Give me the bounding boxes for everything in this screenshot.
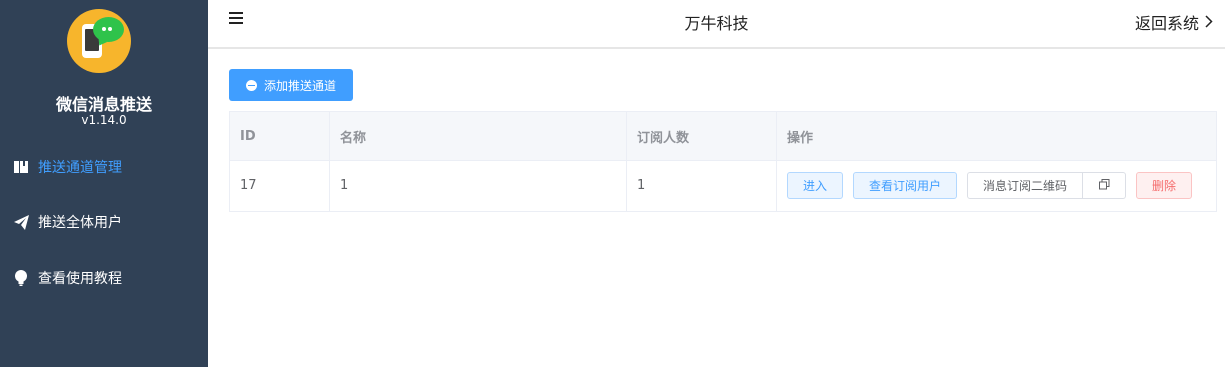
back-to-system-link[interactable]: 返回系统 [1135, 10, 1213, 34]
channel-table: ID 名称 订阅人数 操作 17 1 1 进入 查看订阅用户 消息订阅二维码 删… [229, 111, 1217, 212]
column-header-name: 名称 [330, 112, 627, 160]
sidebar-item-label: 推送全体用户 [38, 215, 122, 231]
copy-button[interactable] [1083, 172, 1126, 199]
sidebar-item-tutorial[interactable]: 查看使用教程 [0, 258, 208, 298]
delete-button[interactable]: 删除 [1136, 172, 1192, 199]
top-header: 万牛科技 返回系统 [208, 0, 1225, 49]
chevron-right-icon [1205, 13, 1213, 32]
app-title: 微信消息推送 [55, 95, 152, 114]
lightbulb-icon [13, 270, 29, 286]
plus-circle-icon [245, 79, 257, 91]
column-header-id: ID [230, 112, 330, 160]
copy-icon [1098, 178, 1110, 193]
sidebar-item-push-all-users[interactable]: 推送全体用户 [0, 202, 208, 242]
sidebar-item-channel-management[interactable]: 推送通道管理 [0, 147, 208, 187]
qr-code-button[interactable]: 消息订阅二维码 [967, 172, 1083, 199]
enter-button[interactable]: 进入 [787, 172, 843, 199]
cell-id: 17 [230, 160, 330, 211]
qr-code-button-group: 消息订阅二维码 [967, 172, 1126, 199]
add-channel-button[interactable]: 添加推送通道 [229, 69, 353, 101]
cell-actions: 进入 查看订阅用户 消息订阅二维码 删除 [777, 160, 1216, 211]
column-header-actions: 操作 [787, 130, 814, 146]
table-header-row: ID 名称 订阅人数 操作 [230, 112, 1216, 161]
cell-subscribers: 1 [627, 160, 777, 211]
app-version: v1.14.0 [81, 113, 127, 127]
table-row: 17 1 1 进入 查看订阅用户 消息订阅二维码 删除 [230, 160, 1216, 211]
app-logo [67, 9, 131, 73]
view-subscribers-button[interactable]: 查看订阅用户 [853, 172, 957, 199]
page-title: 万牛科技 [684, 14, 749, 33]
paper-plane-icon [13, 214, 29, 230]
add-channel-label: 添加推送通道 [263, 78, 336, 93]
column-header-subscribers: 订阅人数 [627, 112, 777, 160]
cell-name: 1 [330, 160, 627, 211]
sidebar-item-label: 推送通道管理 [38, 160, 122, 176]
back-link-label: 返回系统 [1134, 14, 1199, 33]
sidebar-item-label: 查看使用教程 [38, 271, 122, 287]
sidebar: 微信消息推送 v1.14.0 推送通道管理 推送全体用户 查看使用教程 [0, 0, 208, 367]
book-icon [13, 159, 29, 175]
